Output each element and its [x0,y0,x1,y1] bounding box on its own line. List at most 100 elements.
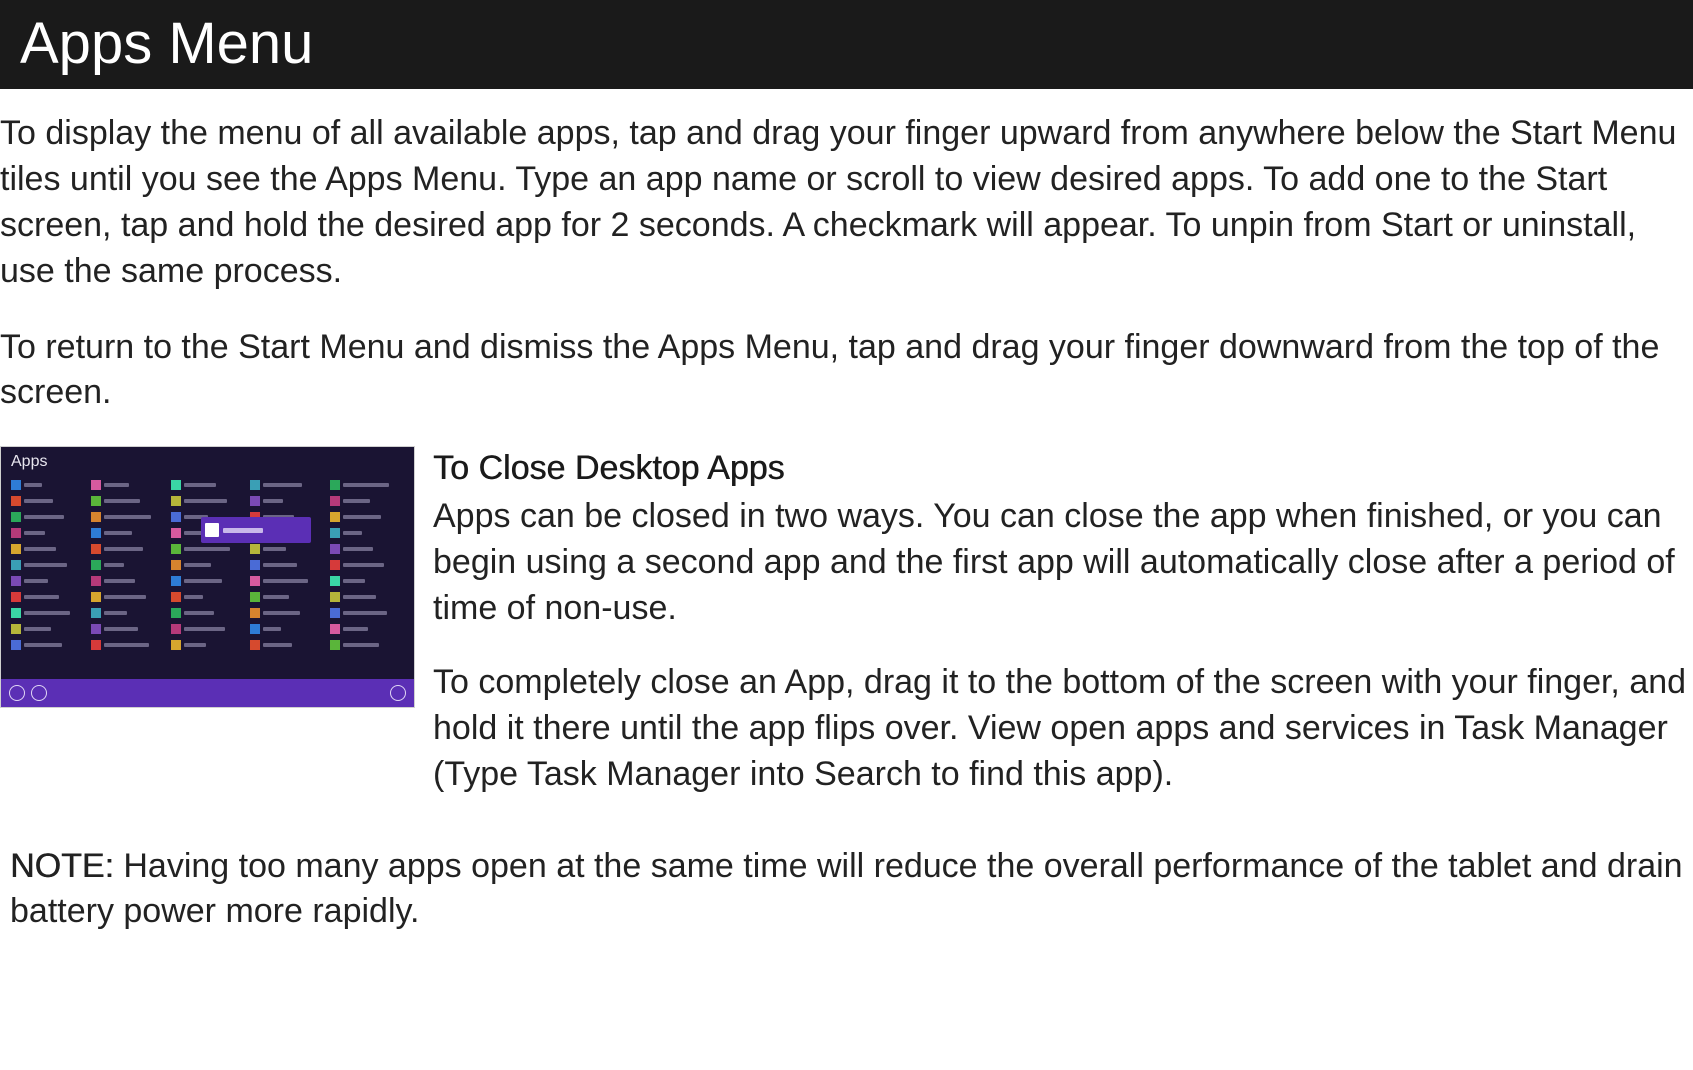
header-bar: Apps Menu [0,0,1693,89]
app-label-placeholder [184,483,216,487]
app-label-placeholder [24,611,70,615]
screenshot-app-item [91,511,165,523]
screenshot-app-item [11,559,85,571]
app-icon [171,512,181,522]
app-icon [11,592,21,602]
app-icon [330,640,340,650]
app-label-placeholder [104,595,146,599]
screenshot-app-item [91,527,165,539]
screenshot-app-item [171,479,245,491]
app-label-placeholder [24,547,56,551]
app-label-placeholder [343,611,387,615]
app-icon [171,576,181,586]
screenshot-app-item [11,623,85,635]
app-icon [91,624,101,634]
app-label-placeholder [263,499,283,503]
screenshot-app-item [171,639,245,651]
app-label-placeholder [263,611,300,615]
app-icon [330,512,340,522]
app-icon [330,560,340,570]
app-icon [330,528,340,538]
app-icon [250,544,260,554]
app-label-placeholder [343,579,365,583]
app-label-placeholder [24,595,59,599]
app-icon [171,640,181,650]
screenshot-app-item [91,575,165,587]
app-label-placeholder [263,547,286,551]
app-icon [91,528,101,538]
app-icon [91,544,101,554]
app-icon [11,624,21,634]
app-icon [91,592,101,602]
screenshot-app-item [171,607,245,619]
two-column-section: Apps To Close Desktop Apps Apps can be c… [0,446,1693,825]
app-icon [330,576,340,586]
app-label-placeholder [104,547,143,551]
app-label-placeholder [343,627,368,631]
app-label-placeholder [263,643,292,647]
screenshot-app-item [91,623,165,635]
highlighted-app-icon [205,523,219,537]
app-label-placeholder [104,499,140,503]
app-label-placeholder [104,515,151,519]
screenshot-app-item [11,495,85,507]
screenshot-app-item [171,543,245,555]
apps-menu-screenshot: Apps [0,446,415,708]
app-icon [91,640,101,650]
screenshot-column [11,479,85,677]
app-icon [11,496,21,506]
app-label-placeholder [24,531,45,535]
app-icon [91,608,101,618]
app-label-placeholder [104,531,132,535]
app-label-placeholder [104,643,149,647]
app-label-placeholder [24,483,42,487]
page-title: Apps Menu [20,11,313,76]
screenshot-app-item [11,479,85,491]
note-text: Having too many apps open at the same ti… [10,847,1683,931]
app-icon [171,544,181,554]
screenshot-app-item [171,495,245,507]
app-icon [250,560,260,570]
screenshot-app-item [250,559,324,571]
screenshot-app-item [91,607,165,619]
app-label-placeholder [184,579,222,583]
screenshot-app-item [171,623,245,635]
screenshot-app-item [171,575,245,587]
app-icon [330,624,340,634]
screenshot-footer-bar [1,679,414,707]
app-label-placeholder [184,595,203,599]
note-block: NOTE: Having too many apps open at the s… [0,826,1693,936]
screenshot-app-item [91,591,165,603]
screenshot-app-item [91,479,165,491]
app-label-placeholder [104,563,124,567]
app-icon [171,592,181,602]
app-label-placeholder [343,531,362,535]
app-label-placeholder [24,499,53,503]
app-icon [250,576,260,586]
app-icon [250,608,260,618]
app-label-placeholder [263,595,289,599]
intro-paragraph-2: To return to the Start Menu and dismiss … [0,325,1693,417]
app-label-placeholder [184,627,225,631]
app-icon [91,560,101,570]
app-icon [250,480,260,490]
app-label-placeholder [184,611,214,615]
app-label-placeholder [263,483,302,487]
app-icon [11,512,21,522]
screenshot-app-item [330,607,404,619]
app-label-placeholder [24,643,62,647]
note-label: NOTE: [10,847,114,885]
screenshot-app-item [11,575,85,587]
highlighted-app-label [223,528,263,533]
app-icon [330,496,340,506]
app-icon [11,560,21,570]
screenshot-app-item [11,607,85,619]
app-label-placeholder [263,563,297,567]
app-label-placeholder [24,515,64,519]
app-icon [11,640,21,650]
app-icon [171,480,181,490]
screenshot-app-item [11,543,85,555]
app-icon [11,480,21,490]
screenshot-app-item [330,511,404,523]
screenshot-app-item [330,623,404,635]
